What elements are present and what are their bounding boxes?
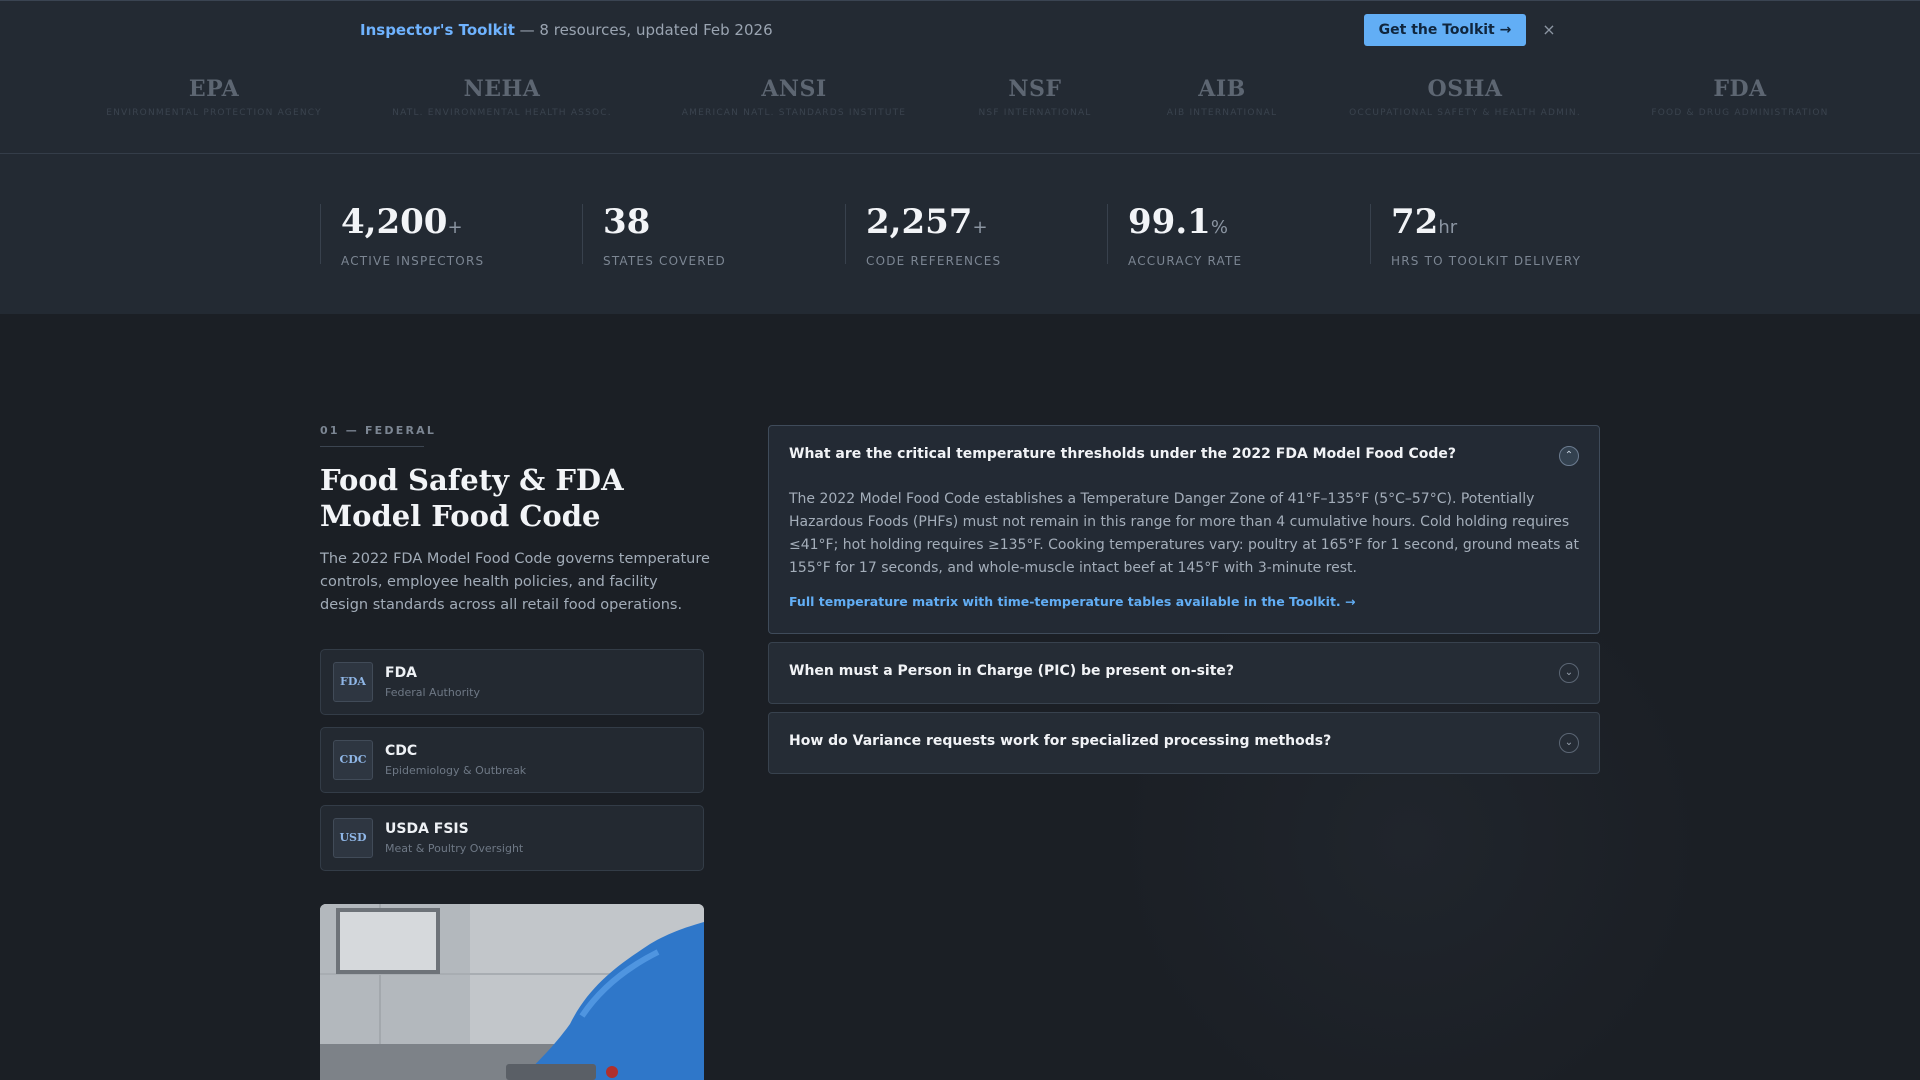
stat-label: ACCURACY RATE — [1128, 254, 1243, 268]
stat-value: 4,200 — [341, 202, 448, 242]
authority-badge: FDA — [333, 662, 373, 702]
authority-card-fda[interactable]: FDA FDA Federal Authority — [320, 649, 704, 715]
stat-value: 2,257 — [866, 202, 973, 242]
authority-name: FDA — [385, 665, 418, 681]
stat-label: STATES COVERED — [603, 254, 727, 268]
authority-name: USDA FSIS — [385, 821, 469, 837]
authority-subtitle: Epidemiology & Outbreak — [385, 764, 527, 777]
stat-code-references: 2,257+ CODE REFERENCES — [845, 204, 1085, 268]
stat-number: 72hr — [1391, 204, 1610, 246]
announcement-brand[interactable]: Inspector's Toolkit — [360, 21, 515, 39]
agency-logo-ansi: ANSI AMERICAN NATL. STANDARDS INSTITUTE — [682, 76, 906, 118]
stat-label: HRS TO TOOLKIT DELIVERY — [1391, 254, 1582, 268]
food-safety-photo — [320, 904, 704, 1080]
section-title: Food Safety & FDA Model Food Code — [320, 463, 624, 533]
stat-toolkit-delivery: 72hr HRS TO TOOLKIT DELIVERY — [1370, 204, 1610, 268]
stat-label: CODE REFERENCES — [866, 254, 1002, 268]
authority-badge: CDC — [333, 740, 373, 780]
stat-number: 99.1% — [1128, 204, 1347, 246]
eyebrow-divider — [320, 446, 424, 447]
agency-logo-strip: EPA ENVIRONMENTAL PROTECTION AGENCY NEHA… — [0, 58, 1920, 154]
agency-logo-nsf: NSF NSF INTERNATIONAL — [978, 76, 1091, 118]
stat-active-inspectors: 4,200+ ACTIVE INSPECTORS — [320, 204, 560, 268]
agency-full-name: FOOD & DRUG ADMINISTRATION — [1651, 108, 1829, 118]
agency-abbr: NSF — [1008, 76, 1062, 102]
stat-states-covered: 38 STATES COVERED — [582, 204, 822, 268]
agency-logo-osha: OSHA OCCUPATIONAL SAFETY & HEALTH ADMIN. — [1349, 76, 1581, 118]
close-icon[interactable]: × — [1541, 18, 1557, 42]
chevron-down-icon[interactable]: ⌄ — [1559, 733, 1579, 753]
agency-abbr: EPA — [188, 76, 240, 102]
stat-number: 38 — [603, 204, 822, 246]
announcement-message: — 8 resources, updated Feb 2026 — [514, 21, 773, 39]
authority-name: CDC — [385, 743, 418, 759]
announcement-bar: Inspector's Toolkit — 8 resources, updat… — [0, 0, 1920, 58]
faq-item-temperature: What are the critical temperature thresh… — [768, 425, 1600, 634]
stat-label: ACTIVE INSPECTORS — [341, 254, 485, 268]
get-toolkit-button[interactable]: Get the Toolkit → — [1364, 14, 1526, 46]
stat-unit: + — [972, 217, 988, 238]
agency-logo-aib: AIB AIB INTERNATIONAL — [1167, 76, 1277, 118]
chevron-up-icon[interactable]: ⌃ — [1559, 446, 1579, 466]
stat-unit: + — [447, 217, 463, 238]
authority-badge: USD — [333, 818, 373, 858]
faq-item-person-in-charge[interactable]: When must a Person in Charge (PIC) be pr… — [768, 642, 1600, 704]
agency-abbr: NEHA — [463, 76, 541, 102]
stat-unit: % — [1210, 217, 1228, 238]
agency-full-name: OCCUPATIONAL SAFETY & HEALTH ADMIN. — [1349, 108, 1581, 118]
background-glow — [1100, 560, 1720, 1080]
agency-abbr: FDA — [1713, 76, 1767, 102]
stat-value: 38 — [603, 202, 651, 242]
agency-logo-epa: EPA ENVIRONMENTAL PROTECTION AGENCY — [106, 76, 322, 118]
agency-abbr: AIB — [1198, 76, 1246, 102]
stat-number: 4,200+ — [341, 204, 560, 246]
faq-question[interactable]: How do Variance requests work for specia… — [789, 733, 1549, 749]
authority-card-cdc[interactable]: CDC CDC Epidemiology & Outbreak — [320, 727, 704, 793]
agency-full-name: NSF INTERNATIONAL — [978, 108, 1092, 118]
chevron-down-icon[interactable]: ⌄ — [1559, 663, 1579, 683]
agency-logo-neha: NEHA NATL. ENVIRONMENTAL HEALTH ASSOC. — [392, 76, 612, 118]
faq-item-variance-requests[interactable]: How do Variance requests work for specia… — [768, 712, 1600, 774]
agency-full-name: AMERICAN NATL. STANDARDS INSTITUTE — [681, 108, 907, 118]
agency-full-name: ENVIRONMENTAL PROTECTION AGENCY — [106, 108, 322, 118]
agency-full-name: NATL. ENVIRONMENTAL HEALTH ASSOC. — [392, 108, 612, 118]
stat-accuracy-rate: 99.1% ACCURACY RATE — [1107, 204, 1347, 268]
announcement-text: Inspector's Toolkit — 8 resources, updat… — [360, 21, 773, 39]
faq-question[interactable]: What are the critical temperature thresh… — [789, 446, 1549, 462]
authority-card-usda-fsis[interactable]: USD USDA FSIS Meat & Poultry Oversight — [320, 805, 704, 871]
agency-full-name: AIB INTERNATIONAL — [1166, 108, 1278, 118]
stat-number: 2,257+ — [866, 204, 1085, 246]
stat-unit: hr — [1438, 217, 1458, 238]
authority-subtitle: Federal Authority — [385, 686, 480, 699]
faq-question[interactable]: When must a Person in Charge (PIC) be pr… — [789, 663, 1549, 679]
authority-subtitle: Meat & Poultry Oversight — [385, 842, 524, 855]
toolkit-link[interactable]: Full temperature matrix with time-temper… — [789, 594, 1356, 609]
gloved-hand-image — [320, 904, 704, 1080]
agency-logo-fda: FDA FOOD & DRUG ADMINISTRATION — [1651, 76, 1828, 118]
section-description: The 2022 FDA Model Food Code governs tem… — [320, 551, 710, 613]
agency-abbr: OSHA — [1427, 76, 1503, 102]
section-eyebrow: 01 — FEDERAL — [320, 424, 437, 437]
stat-value: 99.1 — [1128, 202, 1211, 242]
agency-abbr: ANSI — [761, 76, 827, 102]
stat-value: 72 — [1391, 202, 1439, 242]
faq-answer: The 2022 Model Food Code establishes a T… — [789, 491, 1579, 576]
stats-band: 4,200+ ACTIVE INSPECTORS 38 STATES COVER… — [0, 154, 1920, 314]
